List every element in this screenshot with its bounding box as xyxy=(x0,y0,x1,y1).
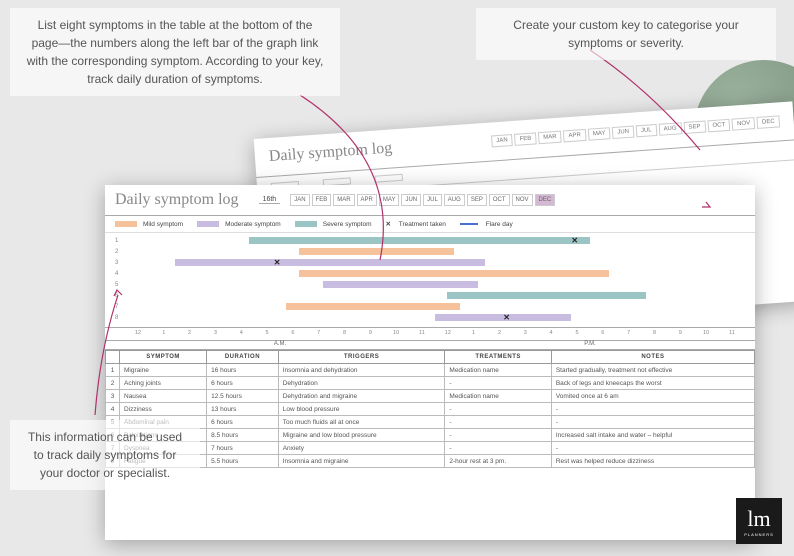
table-row: 5Abdominal pain6 hoursToo much fluids al… xyxy=(106,416,755,429)
planner-sheet-filled: Daily symptom log 16th JANFEBMARAPRMAYJU… xyxy=(105,185,755,540)
month-tab-dec[interactable]: DEC xyxy=(535,194,556,206)
table-row: 4Dizziness13 hoursLow blood pressure-- xyxy=(106,403,755,416)
symptom-chart: 1✕23✕45678✕ xyxy=(105,233,755,328)
time-axis: 121234567891011121234567891011 xyxy=(105,328,755,341)
month-tab-feb[interactable]: FEB xyxy=(312,194,332,206)
symptom-table: SYMPTOMDURATIONTRIGGERSTREATMENTSNOTES 1… xyxy=(105,350,755,468)
callout-track: This information can be used to track da… xyxy=(10,420,200,490)
month-tab-jun[interactable]: JUN xyxy=(401,194,421,206)
month-tabs: JANFEBMARAPRMAYJUNJULAUGSEPOCTNOVDEC xyxy=(290,194,745,206)
month-tab-oct[interactable]: OCT xyxy=(489,194,510,206)
sheet-title: Daily symptom log xyxy=(268,139,393,166)
treatment-mark: ✕ xyxy=(503,313,510,322)
month-tab-mar[interactable]: MAR xyxy=(333,194,354,206)
chart-row-3: 3✕ xyxy=(115,257,745,268)
month-tab-jan[interactable]: JAN xyxy=(290,194,309,206)
month-tab-aug[interactable]: AUG xyxy=(444,194,465,206)
table-row: 6Palpitations8.5 hoursMigraine and low b… xyxy=(106,429,755,442)
month-tab-jul[interactable]: JUL xyxy=(423,194,442,206)
callout-key: Create your custom key to categorise you… xyxy=(476,8,776,60)
table-row: 1Migraine16 hoursInsomnia and dehydratio… xyxy=(106,364,755,377)
table-row: 7Dyspnea7 hoursAnxiety-- xyxy=(106,442,755,455)
key-mild: Mild symptom xyxy=(115,221,183,228)
table-row: 8Fatigue5.5 hoursInsomnia and migraine2-… xyxy=(106,455,755,468)
date-field[interactable]: 16th xyxy=(259,196,281,204)
key-flare: Flare day xyxy=(460,221,513,228)
sheet-title: Daily symptom log xyxy=(115,191,239,209)
header-row: Daily symptom log 16th JANFEBMARAPRMAYJU… xyxy=(105,185,755,216)
table-row: 2Aching joints6 hoursDehydration-Back of… xyxy=(106,377,755,390)
chart-row-6: 6 xyxy=(115,290,745,301)
legend-row: Mild symptom Moderate symptom Severe sym… xyxy=(105,216,755,233)
month-tab-nov[interactable]: NOV xyxy=(512,194,533,206)
table-row: 3Nausea12.5 hoursDehydration and migrain… xyxy=(106,390,755,403)
chart-row-8: 8✕ xyxy=(115,312,745,323)
chart-row-5: 5 xyxy=(115,279,745,290)
brand-logo: lmPLANNERS xyxy=(736,498,782,544)
treatment-mark: ✕ xyxy=(571,236,578,245)
month-tab-sep[interactable]: SEP xyxy=(467,194,487,206)
chart-row-7: 7 xyxy=(115,301,745,312)
month-tab-may[interactable]: MAY xyxy=(379,194,400,206)
key-severe: Severe symptom xyxy=(295,221,372,228)
month-tab-apr[interactable]: APR xyxy=(357,194,377,206)
key-moderate: Moderate symptom xyxy=(197,221,281,228)
ampm-labels: A.M.P.M. xyxy=(105,341,755,350)
callout-symptoms: List eight symptoms in the table at the … xyxy=(10,8,340,96)
key-treatment: ✕ Treatment taken xyxy=(386,220,446,228)
chart-row-1: 1✕ xyxy=(115,235,745,246)
treatment-mark: ✕ xyxy=(274,258,281,267)
chart-row-2: 2 xyxy=(115,246,745,257)
chart-row-4: 4 xyxy=(115,268,745,279)
